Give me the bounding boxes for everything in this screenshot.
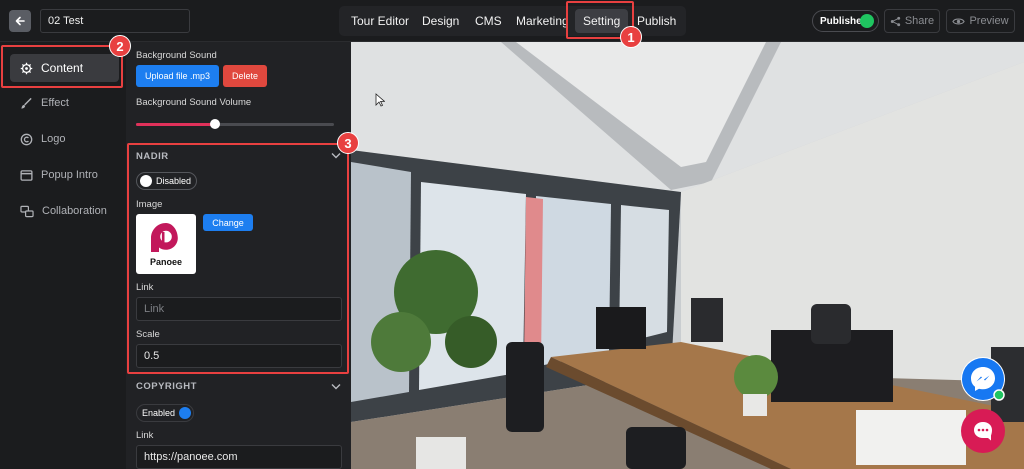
callout-number: 2 xyxy=(109,35,131,57)
tab-design[interactable]: Design xyxy=(422,6,459,36)
sidebar-item-popup-intro[interactable]: Popup Intro xyxy=(10,161,119,189)
callout-number: 3 xyxy=(337,132,359,154)
arrow-left-icon xyxy=(15,16,25,26)
copyright-icon xyxy=(20,133,33,145)
copyright-heading: COPYRIGHT xyxy=(136,381,197,392)
copyright-link-label: Link xyxy=(136,430,154,441)
sidebar-item-label: Popup Intro xyxy=(41,169,98,181)
sound-volume-label: Background Sound Volume xyxy=(136,97,252,108)
office-panorama-image xyxy=(351,42,1024,469)
published-indicator xyxy=(860,14,874,28)
mouse-cursor-icon xyxy=(375,93,385,107)
volume-slider-thumb[interactable] xyxy=(210,119,221,129)
settings-sidebar: Content Effect Logo Popup Intro Collabor… xyxy=(0,42,126,469)
copyright-toggle-label: Enabled xyxy=(142,408,176,418)
toggle-knob xyxy=(179,407,192,419)
callout-box-nadir xyxy=(127,143,349,374)
tab-cms[interactable]: CMS xyxy=(475,6,502,36)
sidebar-item-label: Effect xyxy=(41,97,69,109)
tab-publish[interactable]: Publish xyxy=(637,6,676,36)
chat-widget-button[interactable] xyxy=(961,409,1005,453)
share-label: Share xyxy=(904,15,935,27)
eye-icon xyxy=(952,18,966,24)
callout-number: 1 xyxy=(620,26,642,48)
chevron-down-icon[interactable] xyxy=(331,383,341,390)
sidebar-item-effect[interactable]: Effect xyxy=(10,89,119,117)
share-button[interactable]: Share xyxy=(884,9,940,33)
messenger-icon xyxy=(962,358,1005,401)
share-icon xyxy=(890,16,900,26)
sidebar-item-label: Logo xyxy=(41,133,66,145)
preview-label: Preview xyxy=(969,15,1009,27)
sidebar-item-collaboration[interactable]: Collaboration xyxy=(10,197,119,225)
tab-tour-editor[interactable]: Tour Editor xyxy=(351,6,409,36)
panorama-viewport[interactable] xyxy=(351,42,1024,469)
copyright-toggle[interactable]: Enabled xyxy=(136,404,194,422)
published-status-badge[interactable]: Published xyxy=(812,10,879,32)
back-button[interactable] xyxy=(9,10,31,32)
tour-title-input[interactable] xyxy=(40,9,190,33)
window-icon xyxy=(20,169,33,181)
tab-marketing[interactable]: Marketing xyxy=(516,6,569,36)
sidebar-item-logo[interactable]: Logo xyxy=(10,125,119,153)
sidebar-item-label: Collaboration xyxy=(42,205,107,217)
collaboration-icon xyxy=(20,205,34,217)
preview-button[interactable]: Preview xyxy=(946,9,1015,33)
volume-slider-fill xyxy=(136,123,216,126)
upload-mp3-button[interactable]: Upload file .mp3 xyxy=(136,65,219,87)
brush-icon xyxy=(21,97,32,109)
messenger-button[interactable] xyxy=(961,357,1005,401)
callout-box-content xyxy=(1,45,123,88)
chat-bubble-icon xyxy=(974,422,992,441)
top-bar: Tour Editor Design CMS Marketing Setting… xyxy=(0,0,1024,42)
volume-slider[interactable] xyxy=(136,119,334,129)
copyright-link-input[interactable] xyxy=(136,445,342,469)
delete-sound-button[interactable]: Delete xyxy=(223,65,267,87)
background-sound-label: Background Sound xyxy=(136,50,217,61)
